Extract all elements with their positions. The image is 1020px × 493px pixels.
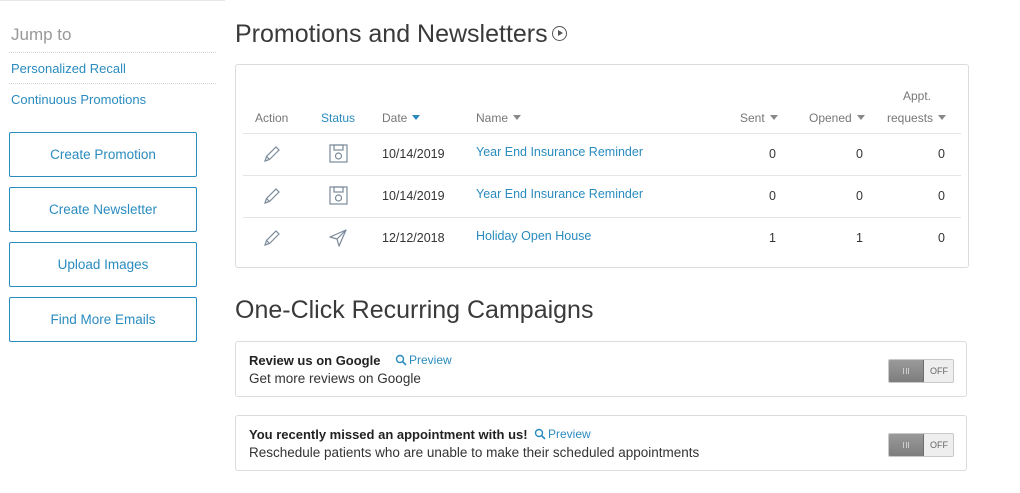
main-content: Promotions and Newsletters Action Status…	[235, 0, 1020, 493]
row-appt-requests: 0	[938, 189, 945, 203]
row-divider	[243, 133, 961, 134]
row-divider	[243, 175, 961, 176]
personalized-recall-link[interactable]: Personalized Recall	[11, 61, 126, 76]
column-header-sent[interactable]: Sent	[740, 111, 778, 125]
campaign-card: Review us on Google Preview Get more rev…	[235, 341, 967, 397]
row-sent: 1	[769, 231, 776, 245]
preview-link[interactable]: Preview	[395, 353, 452, 367]
preview-label: Preview	[548, 427, 591, 441]
campaigns-title: One-Click Recurring Campaigns	[235, 296, 594, 324]
campaign-toggle[interactable]: OFF	[888, 359, 954, 383]
campaign-card: You recently missed an appointment with …	[235, 415, 967, 471]
pencil-icon[interactable]	[262, 228, 282, 253]
sent-header-label: Sent	[740, 111, 765, 125]
toggle-state-label: OFF	[930, 366, 948, 376]
promotions-table: Action Status Date Name Sent Opened Appt…	[235, 64, 969, 268]
promotions-title: Promotions and Newsletters	[235, 20, 548, 48]
row-date: 10/14/2019	[382, 189, 445, 203]
opened-header-label: Opened	[809, 111, 852, 125]
row-name-link[interactable]: Year End Insurance Reminder	[476, 187, 643, 201]
save-draft-icon	[328, 185, 349, 211]
toggle-knob	[889, 434, 924, 456]
row-name-link[interactable]: Year End Insurance Reminder	[476, 145, 643, 159]
row-date: 12/12/2018	[382, 231, 445, 245]
play-video-icon[interactable]	[551, 25, 567, 41]
save-draft-icon	[328, 143, 349, 169]
row-appt-requests: 0	[938, 231, 945, 245]
name-header-label: Name	[476, 111, 509, 125]
campaign-description: Reschedule patients who are unable to ma…	[249, 445, 700, 460]
sort-caret-icon	[856, 115, 865, 121]
jump-to-heading: Jump to	[11, 25, 72, 44]
sort-caret-icon	[938, 115, 947, 121]
find-more-emails-button[interactable]: Find More Emails	[9, 297, 197, 342]
pencil-icon[interactable]	[262, 144, 282, 169]
appt-header-label: requests	[887, 111, 934, 125]
create-newsletter-button[interactable]: Create Newsletter	[9, 187, 197, 232]
magnifier-icon	[395, 354, 407, 366]
campaign-title: Review us on Google	[249, 353, 381, 368]
campaign-title: You recently missed an appointment with …	[249, 427, 528, 442]
row-date: 10/14/2019	[382, 147, 445, 161]
column-header-date[interactable]: Date	[382, 111, 421, 125]
column-header-appt-requests[interactable]: requests	[887, 111, 947, 125]
continuous-promotions-link[interactable]: Continuous Promotions	[11, 92, 146, 107]
divider	[9, 52, 216, 53]
column-header-opened[interactable]: Opened	[809, 111, 865, 125]
pencil-icon[interactable]	[262, 186, 282, 211]
create-promotion-button[interactable]: Create Promotion	[9, 132, 197, 177]
campaign-description: Get more reviews on Google	[249, 371, 421, 386]
row-appt-requests: 0	[938, 147, 945, 161]
divider	[9, 83, 216, 84]
column-header-name[interactable]: Name	[476, 111, 522, 125]
column-header-action: Action	[255, 111, 289, 125]
magnifier-icon	[534, 428, 546, 440]
sidebar: Jump to Personalized Recall Continuous P…	[0, 0, 225, 493]
column-header-status[interactable]: Status	[321, 111, 355, 125]
toggle-state-label: OFF	[930, 440, 948, 450]
row-opened: 0	[856, 189, 863, 203]
row-sent: 0	[769, 147, 776, 161]
column-header-appt-line1: Appt.	[903, 89, 932, 103]
preview-label: Preview	[409, 353, 452, 367]
preview-link[interactable]: Preview	[534, 427, 591, 441]
sort-desc-icon	[412, 115, 421, 121]
sort-caret-icon	[769, 115, 778, 121]
sort-caret-icon	[513, 115, 522, 121]
toggle-knob	[889, 360, 924, 382]
row-sent: 0	[769, 189, 776, 203]
row-opened: 0	[856, 147, 863, 161]
row-divider	[243, 217, 961, 218]
upload-images-button[interactable]: Upload Images	[9, 242, 197, 287]
row-opened: 1	[856, 231, 863, 245]
sent-paper-plane-icon	[328, 228, 348, 253]
promotions-section: Promotions and Newsletters	[235, 20, 567, 49]
grip-icon	[903, 368, 909, 374]
row-name-link[interactable]: Holiday Open House	[476, 229, 591, 243]
date-header-label: Date	[382, 111, 408, 125]
campaign-toggle[interactable]: OFF	[888, 433, 954, 457]
grip-icon	[903, 442, 909, 448]
